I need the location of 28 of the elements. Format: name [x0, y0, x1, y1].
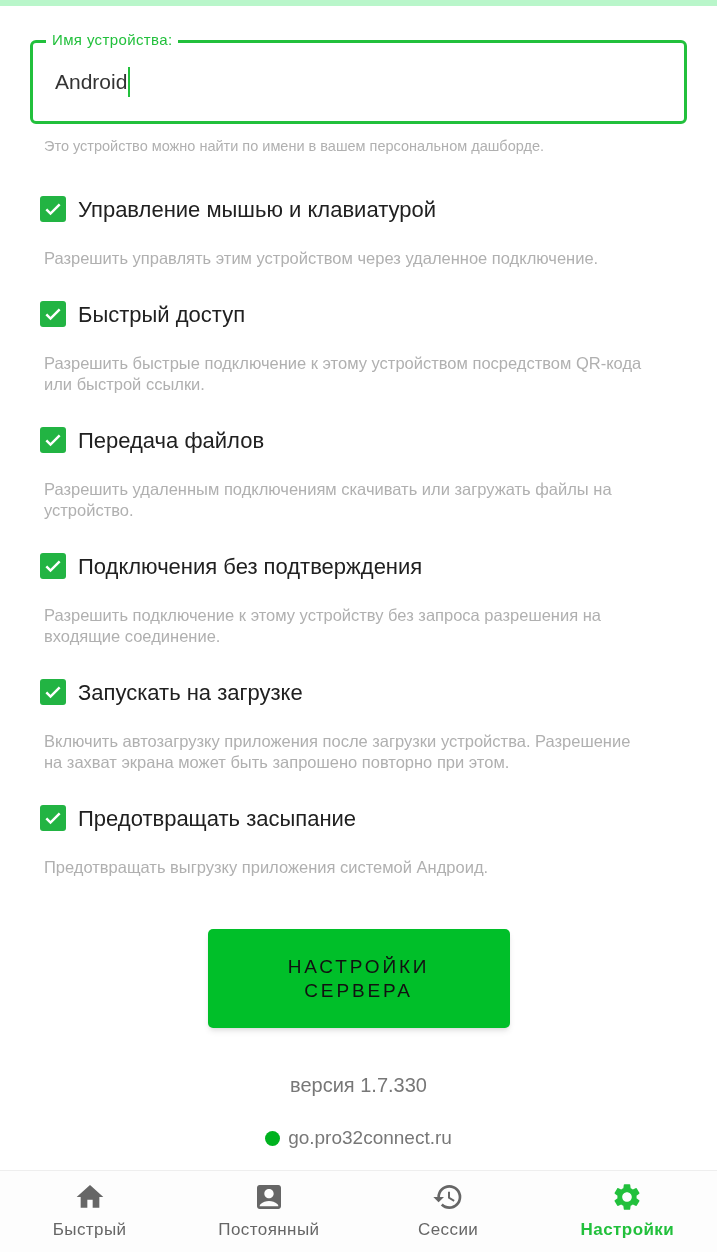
- nav-tab[interactable]: Сессии: [358, 1171, 538, 1252]
- option-label[interactable]: Передача файлов: [78, 423, 265, 457]
- checkbox[interactable]: [40, 679, 66, 705]
- version-text: версия 1.7.330: [289, 1073, 428, 1098]
- server-settings-button[interactable]: НАСТРОЙКИ СЕРВЕРА: [207, 929, 510, 1028]
- checkbox[interactable]: [40, 301, 66, 327]
- option-description: Разрешить удаленным подключениям скачивать или загружать файлы на устройство.: [43, 479, 613, 521]
- checkbox[interactable]: [40, 427, 66, 453]
- server-address: go.pro32connect.ru: [288, 1126, 452, 1150]
- option-description: Предотвращать выгрузку приложения системой Андроид.: [43, 857, 490, 878]
- checkbox[interactable]: [40, 805, 66, 831]
- field-helper-text: Это устройство можно найти по имени в вашем персональном дашборде.: [43, 137, 545, 156]
- option-label[interactable]: Запускать на загрузке: [78, 675, 303, 709]
- nav-tab[interactable]: Быстрый: [0, 1171, 180, 1252]
- option-label[interactable]: Подключения без подтверждения: [78, 549, 423, 583]
- option-label[interactable]: Предотвращать засыпание: [78, 801, 357, 835]
- field-value: Android: [55, 69, 128, 96]
- nav-tab[interactable]: Постоянный: [179, 1171, 359, 1252]
- option-description: Включить автозагрузку приложения после загрузки устройства. Разрешение на захват экрана может быть запрошено повторно при этом.: [43, 731, 632, 773]
- checkbox[interactable]: [40, 553, 66, 579]
- option-description: Разрешить управлять этим устройством через удаленное подключение.: [43, 248, 600, 269]
- option-description: Разрешить подключение к этому устройству без запроса разрешения на входящие соединение.: [43, 605, 602, 647]
- text-cursor: [128, 67, 131, 97]
- option-description: Разрешить быстрые подключение к этому устройством посредством QR-кода или быстрой ссылки.: [43, 353, 643, 395]
- option-label[interactable]: Быстрый доступ: [78, 297, 246, 331]
- checkbox[interactable]: [40, 196, 66, 222]
- option-label[interactable]: Управление мышью и клавиатурой: [78, 192, 436, 226]
- field-label: Имя устройства:: [46, 31, 179, 49]
